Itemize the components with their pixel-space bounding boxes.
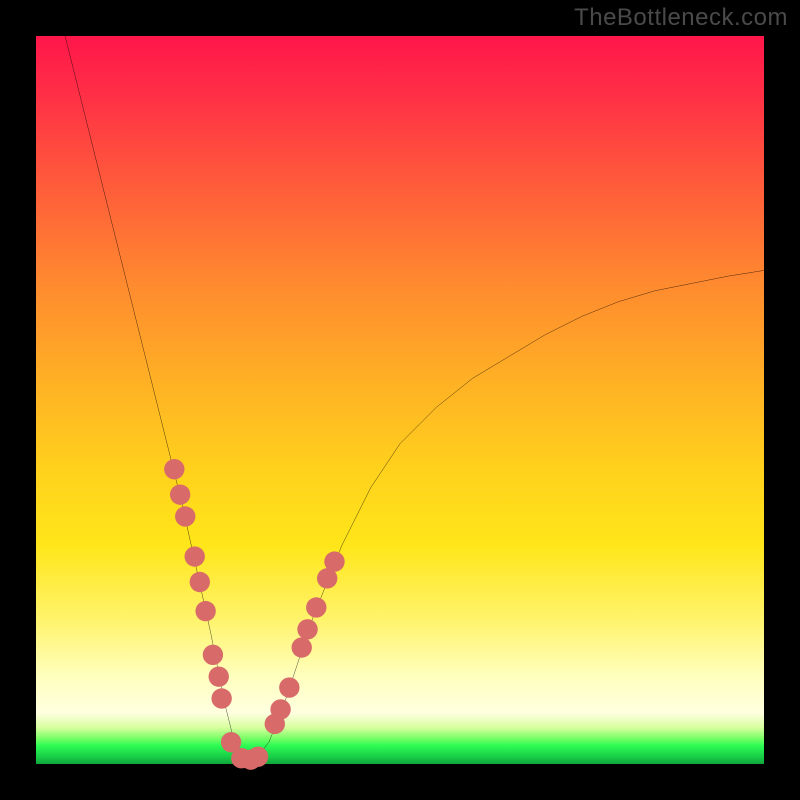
- highlight-dots: [164, 459, 345, 770]
- plot-area: [36, 36, 764, 764]
- highlight-dot: [248, 747, 268, 767]
- highlight-dot: [175, 506, 195, 526]
- highlight-dot: [324, 551, 344, 571]
- chart-frame: TheBottleneck.com: [0, 0, 800, 800]
- highlight-dot: [297, 619, 317, 639]
- highlight-dot: [203, 645, 223, 665]
- highlight-dot: [306, 597, 326, 617]
- bottleneck-curve: [65, 36, 764, 760]
- highlight-dot: [164, 459, 184, 479]
- highlight-dot: [211, 688, 231, 708]
- highlight-dot: [279, 677, 299, 697]
- highlight-dot: [190, 572, 210, 592]
- highlight-dot: [209, 666, 229, 686]
- highlight-dot: [170, 484, 190, 504]
- watermark-text: TheBottleneck.com: [574, 4, 788, 32]
- highlight-dot: [292, 637, 312, 657]
- curve-svg: [36, 36, 764, 764]
- highlight-dot: [270, 699, 290, 719]
- highlight-dot: [195, 601, 215, 621]
- highlight-dot: [185, 546, 205, 566]
